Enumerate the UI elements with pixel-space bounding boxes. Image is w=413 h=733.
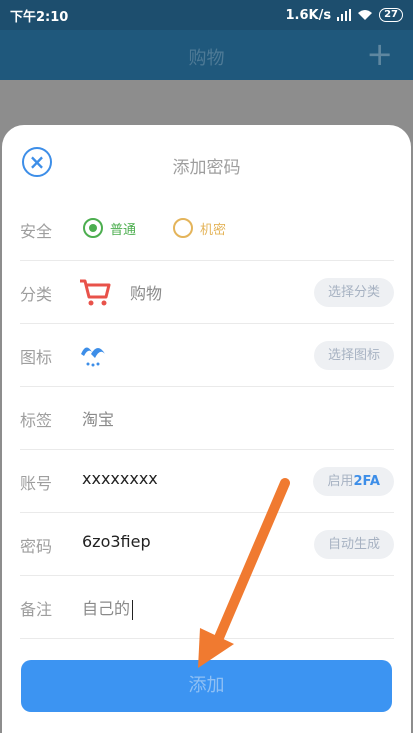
radio-normal-label: 普通 xyxy=(110,223,137,238)
app-bar: 购物 + xyxy=(0,30,413,80)
security-label: 安全 xyxy=(20,222,53,241)
tag-label: 标签 xyxy=(20,411,53,430)
wifi-icon xyxy=(358,10,373,20)
battery-icon: 27 xyxy=(379,8,403,22)
category-value: 购物 xyxy=(130,284,163,303)
status-bar: 下午2:10 1.6K/s 27 xyxy=(0,0,413,30)
shopping-cart-icon xyxy=(80,279,111,306)
radio-secret-label: 机密 xyxy=(200,223,227,238)
tag-input[interactable]: 淘宝 xyxy=(82,406,114,430)
status-time: 下午2:10 xyxy=(10,9,69,25)
icon-row: 图标 选择图标 xyxy=(20,324,394,387)
radio-secret[interactable] xyxy=(173,218,193,238)
account-row: 账号 xxxxxxxx 启用2FA xyxy=(20,450,394,513)
password-row: 密码 6zo3fiep 自动生成 xyxy=(20,513,394,576)
radio-normal[interactable] xyxy=(83,218,103,238)
enable-2fa-highlight: 2FA xyxy=(353,474,381,489)
auto-generate-button[interactable]: 自动生成 xyxy=(313,530,394,559)
note-input[interactable]: 自己的 xyxy=(82,595,134,620)
taobao-logo-icon xyxy=(81,347,105,367)
text-cursor xyxy=(132,599,134,620)
select-category-button[interactable]: 选择分类 xyxy=(313,278,394,307)
plus-icon[interactable]: + xyxy=(366,38,393,70)
select-icon-button[interactable]: 选择图标 xyxy=(313,341,394,370)
status-right: 1.6K/s 27 xyxy=(285,8,403,23)
enable-2fa-button[interactable]: 启用2FA xyxy=(313,467,394,496)
category-row: 分类 购物 选择分类 xyxy=(20,261,394,324)
icon-label: 图标 xyxy=(20,348,53,367)
network-speed: 1.6K/s xyxy=(285,7,332,23)
add-button[interactable]: 添加 xyxy=(21,660,392,712)
page-title: 购物 xyxy=(188,48,225,69)
add-password-sheet: × 添加密码 安全 普通 机密 分类 购物 选择分类 图标 选择图标 标签 淘宝… xyxy=(2,125,411,733)
note-row: 备注 自己的 xyxy=(20,576,394,639)
category-label: 分类 xyxy=(20,285,53,304)
note-text: 自己的 xyxy=(82,599,131,618)
password-input[interactable]: 6zo3fiep xyxy=(82,532,151,551)
password-label: 密码 xyxy=(20,537,53,556)
sheet-title: 添加密码 xyxy=(172,158,241,178)
note-label: 备注 xyxy=(20,600,53,619)
tag-row: 标签 淘宝 xyxy=(20,387,394,450)
security-row: 安全 普通 机密 xyxy=(20,198,394,261)
enable-2fa-prefix: 启用 xyxy=(327,474,354,489)
signal-icon xyxy=(337,9,352,21)
account-label: 账号 xyxy=(20,474,53,493)
account-input[interactable]: xxxxxxxx xyxy=(82,469,158,488)
